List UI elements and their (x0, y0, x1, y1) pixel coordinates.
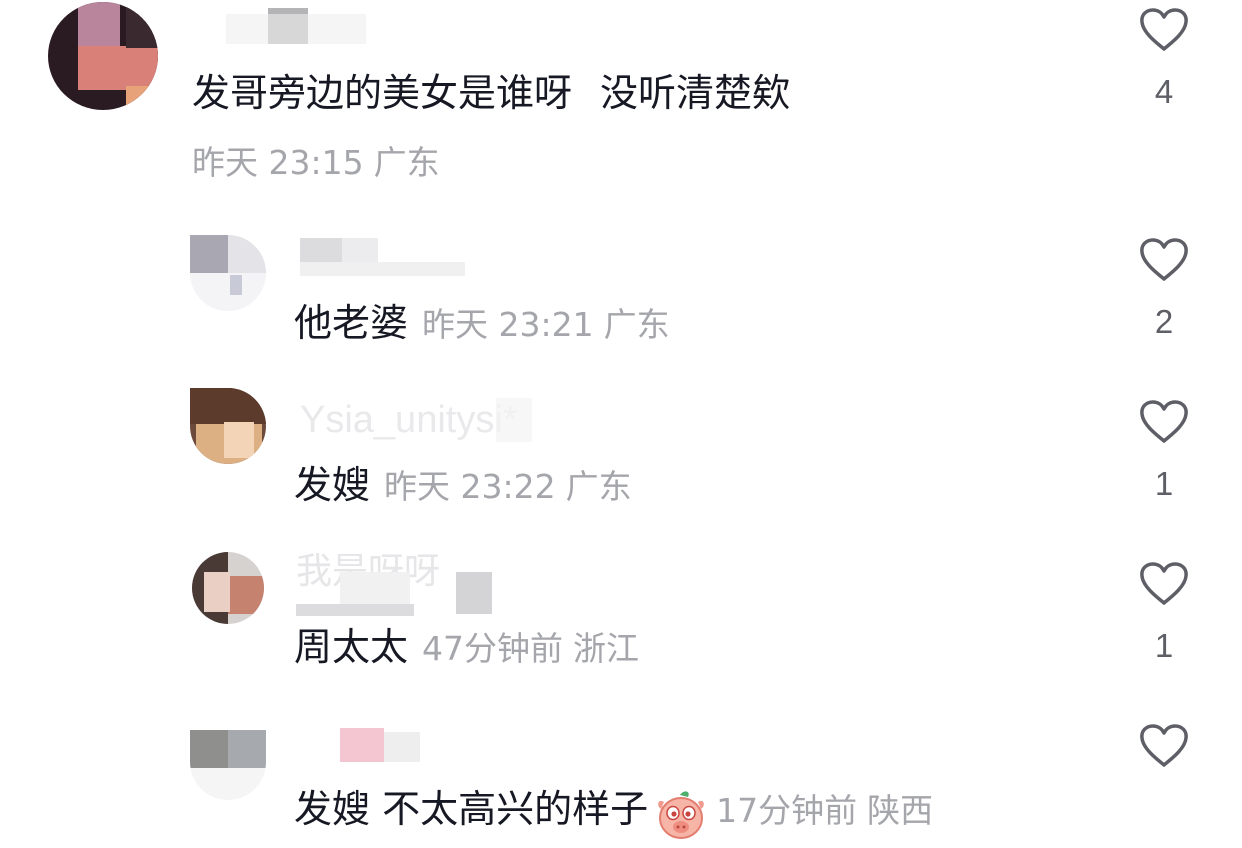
like-button[interactable]: 1 (1126, 562, 1202, 664)
comment-time: 昨天 23:22 (384, 467, 556, 506)
heart-outline-icon (1140, 238, 1188, 281)
comment-text: 发嫂 (294, 463, 371, 507)
like-button[interactable]: 4 (1126, 8, 1202, 110)
comment-text: 他老婆 (294, 301, 409, 345)
reply-item: 发嫂 不太高兴的样子 17分钟前 陕西 (0, 716, 1242, 844)
comment-time: 昨天 23:21 (422, 305, 594, 344)
username[interactable]: 我是呀呀 (296, 550, 506, 618)
like-count: 2 (1154, 303, 1174, 340)
reply-item: 他老婆 昨天 23:21 广东 2 (0, 230, 1242, 370)
comment-time: 17分钟前 (716, 791, 858, 830)
heart-outline-icon (1140, 724, 1188, 767)
username[interactable] (226, 0, 366, 44)
like-count: 4 (1154, 73, 1174, 110)
comment-text: 发嫂 不太高兴的样子 (294, 787, 649, 831)
avatar[interactable] (192, 552, 264, 624)
like-count: 1 (1154, 627, 1174, 664)
comment-text: 周太太 (294, 625, 409, 669)
reply-item: Ysia_unitysi* 发嫂 昨天 23:22 广东 1 (0, 388, 1242, 532)
pig-face-emoji (658, 790, 704, 839)
heart-outline-icon (1140, 562, 1188, 605)
comment-line: 周太太 47分钟前 浙江 (294, 622, 639, 672)
comment-time: 昨天 23:15 (192, 143, 364, 182)
username[interactable] (300, 236, 470, 276)
avatar[interactable] (190, 388, 266, 464)
avatar[interactable] (190, 730, 266, 800)
avatar[interactable] (48, 2, 158, 110)
username[interactable]: Ysia_unitysi* (300, 398, 540, 442)
heart-outline-icon (1140, 400, 1188, 443)
comment-location: 广东 (373, 143, 440, 182)
comment-meta: 昨天 23:15 广东 (192, 138, 440, 188)
username[interactable] (304, 728, 424, 762)
comment-time: 47分钟前 (422, 629, 564, 668)
comment-location: 陕西 (867, 791, 934, 830)
comment-location: 广东 (565, 467, 632, 506)
comment-text: 发哥旁边的美女是谁呀 没听清楚欸 (192, 71, 791, 115)
reply-item: 我是呀呀 周太太 47分钟前浙江 1 (0, 551, 1242, 694)
comment-location: 浙江 (573, 629, 640, 668)
avatar[interactable] (190, 235, 266, 311)
like-button[interactable]: 2 (1126, 238, 1202, 340)
comment-item: 发哥旁边的美女是谁呀 没听清楚欸 昨天 23:15 广东 4 (0, 0, 1242, 200)
comment-location: 广东 (603, 305, 670, 344)
comment-line: 发嫂 不太高兴的样子 17分钟前 陕西 (294, 784, 934, 839)
comment-line: 他老婆 昨天 23:21 广东 (294, 298, 670, 348)
comment-line: 发嫂 昨天 23:22 广东 (294, 460, 632, 510)
like-count: 1 (1154, 465, 1174, 502)
like-button[interactable] (1126, 724, 1202, 768)
heart-outline-icon (1140, 8, 1188, 51)
like-button[interactable]: 1 (1126, 400, 1202, 502)
